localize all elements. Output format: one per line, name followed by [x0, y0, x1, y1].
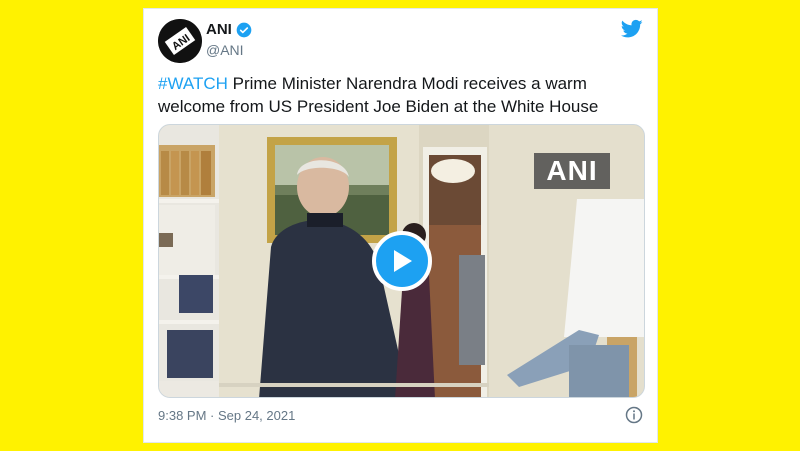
- ani-logo-icon: ANI: [158, 19, 202, 63]
- avatar[interactable]: ANI: [158, 19, 202, 63]
- author-row: ANI: [206, 21, 252, 38]
- twitter-bird-icon[interactable]: [621, 19, 643, 39]
- video-player[interactable]: ANI: [158, 124, 645, 398]
- author-name[interactable]: ANI: [206, 21, 232, 38]
- hashtag-link[interactable]: #WATCH: [158, 74, 228, 93]
- tweet-text: #WATCH Prime Minister Narendra Modi rece…: [158, 72, 648, 118]
- author-handle[interactable]: @ANI: [206, 42, 244, 58]
- tweet-card[interactable]: ANI ANI @ANI #WATCH Prime Minister Naren…: [143, 8, 658, 443]
- verified-icon: [236, 22, 252, 37]
- play-icon: [394, 250, 412, 272]
- play-button[interactable]: [372, 231, 432, 291]
- info-icon[interactable]: [625, 406, 643, 424]
- video-watermark: ANI: [534, 153, 610, 189]
- tweet-timestamp[interactable]: 9:38 PM · Sep 24, 2021: [158, 408, 295, 423]
